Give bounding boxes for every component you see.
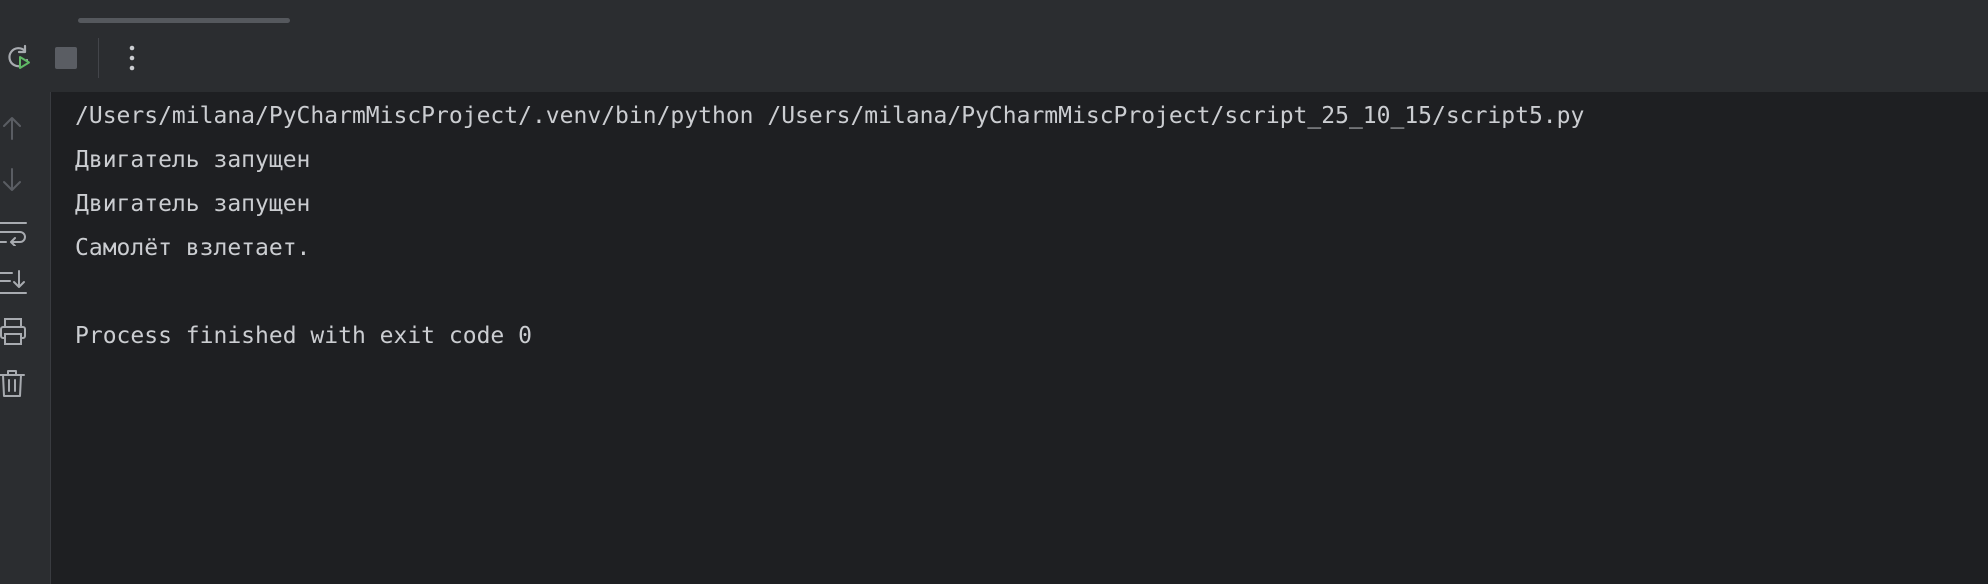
scroll-to-end-icon	[0, 270, 27, 294]
stop-icon	[55, 47, 77, 69]
print-button[interactable]	[0, 314, 30, 350]
console-line-output: Двигатель запущен	[75, 191, 311, 217]
console-line-exit-status: Process finished with exit code 0	[75, 323, 532, 349]
console-line-command: /Users/milana/PyCharmMiscProject/.venv/b…	[75, 103, 1585, 129]
arrow-up-icon	[3, 117, 21, 140]
more-vertical-icon	[129, 45, 135, 71]
rerun-icon	[8, 44, 30, 69]
run-toolbar	[0, 24, 1988, 93]
soft-wrap-button[interactable]	[0, 214, 30, 250]
more-options-button[interactable]	[112, 38, 152, 78]
console-line-output: Самолёт взлетает.	[75, 235, 311, 261]
console-side-toolbar	[0, 92, 51, 584]
toolbar-separator	[98, 38, 99, 78]
soft-wrap-icon	[0, 222, 27, 246]
print-icon	[0, 318, 26, 345]
run-tool-window: /Users/milana/PyCharmMiscProject/.venv/b…	[0, 0, 1988, 584]
arrow-down-icon	[3, 168, 21, 191]
rerun-button[interactable]	[0, 38, 40, 78]
tab-strip	[0, 0, 1988, 25]
console-line-output: Двигатель запущен	[75, 147, 311, 173]
stop-button[interactable]	[46, 38, 86, 78]
tab-scrollbar[interactable]	[78, 18, 290, 23]
scroll-down-button[interactable]	[0, 162, 30, 198]
console-output[interactable]: /Users/milana/PyCharmMiscProject/.venv/b…	[51, 92, 1988, 584]
clear-all-button[interactable]	[0, 366, 30, 402]
scroll-to-end-button[interactable]	[0, 264, 30, 300]
trash-icon	[0, 370, 25, 397]
scroll-up-button[interactable]	[0, 110, 30, 146]
